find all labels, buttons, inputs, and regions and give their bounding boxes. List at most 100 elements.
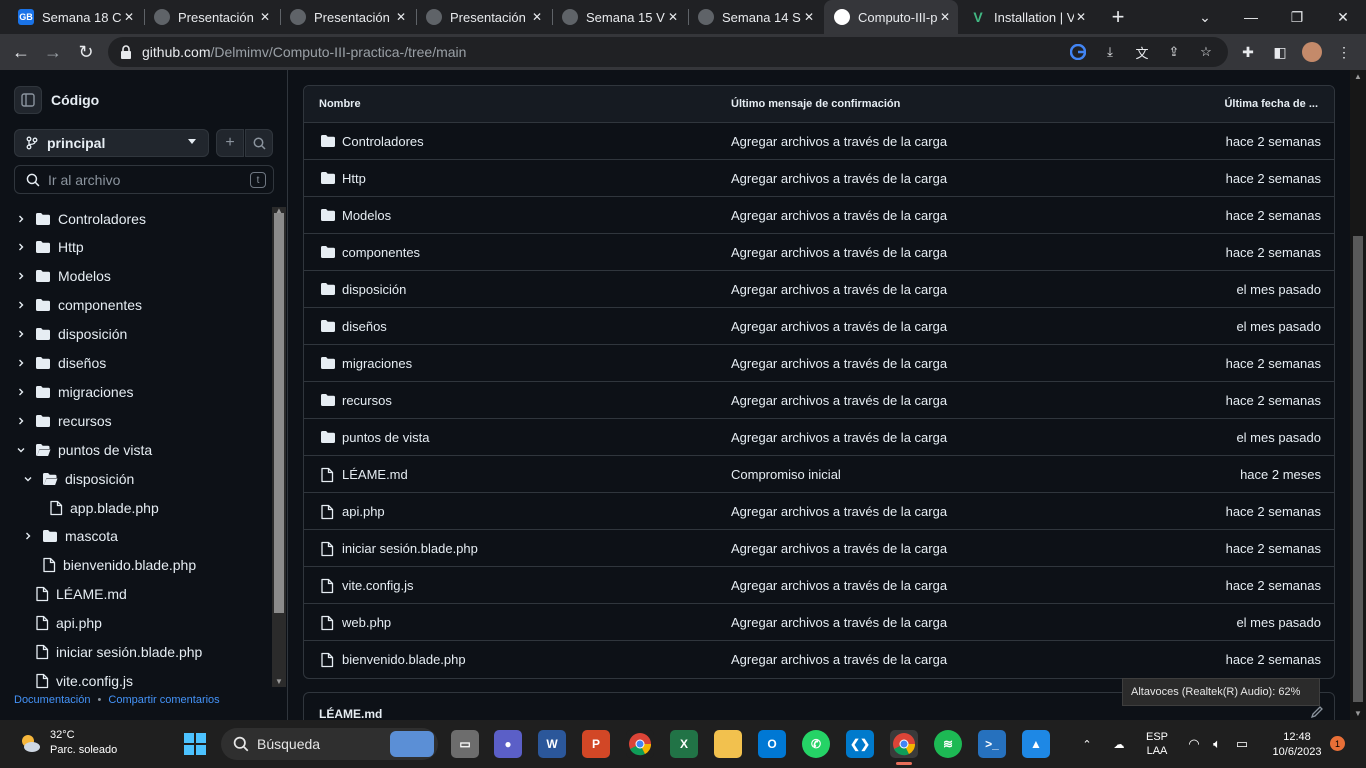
- tree-file-item[interactable]: app.blade.php: [0, 493, 270, 522]
- back-button[interactable]: ←: [8, 39, 34, 65]
- menu-kebab-icon[interactable]: ⋮: [1334, 42, 1354, 62]
- chevron-right-icon[interactable]: [16, 300, 26, 310]
- commit-message-link[interactable]: Agregar archivos a través de la carga: [731, 652, 947, 667]
- windows-start-icon[interactable]: [183, 732, 207, 756]
- chevron-right-icon[interactable]: [16, 416, 26, 426]
- page-scrollbar[interactable]: ▲ ▼: [1350, 70, 1366, 720]
- commit-message-link[interactable]: Compromiso inicial: [731, 467, 841, 482]
- commit-message-link[interactable]: Agregar archivos a través de la carga: [731, 356, 947, 371]
- chevron-right-icon[interactable]: [16, 358, 26, 368]
- show-hidden-icons[interactable]: ⌃: [1078, 730, 1096, 758]
- close-tab-icon[interactable]: ✕: [124, 9, 134, 25]
- reload-button[interactable]: ↻: [73, 39, 99, 65]
- table-row[interactable]: web.php Agregar archivos a través de la c…: [304, 604, 1334, 641]
- commit-message-link[interactable]: Agregar archivos a través de la carga: [731, 208, 947, 223]
- close-tab-icon[interactable]: ✕: [940, 9, 950, 25]
- sidebar-scrollbar[interactable]: ▲ ▼: [272, 206, 286, 687]
- file-name-link[interactable]: recursos: [342, 393, 392, 408]
- tree-folder-item[interactable]: recursos: [0, 406, 270, 435]
- table-row[interactable]: api.php Agregar archivos a través de la c…: [304, 493, 1334, 530]
- table-row[interactable]: bienvenido.blade.php Agregar archivos a t…: [304, 641, 1334, 678]
- close-window-button[interactable]: ✕: [1320, 0, 1366, 34]
- commit-message-link[interactable]: Agregar archivos a través de la carga: [731, 393, 947, 408]
- address-bar[interactable]: github.com/Delmimv/Computo-III-practica-…: [108, 37, 1228, 67]
- commit-message-link[interactable]: Agregar archivos a través de la carga: [731, 541, 947, 556]
- page-scrollbar-thumb[interactable]: [1353, 236, 1363, 702]
- table-row[interactable]: Controladores Agregar archivos a través d…: [304, 123, 1334, 160]
- feedback-link[interactable]: Compartir comentarios: [108, 694, 219, 706]
- chevron-down-icon[interactable]: [16, 445, 26, 455]
- powershell-icon[interactable]: >_: [978, 730, 1006, 758]
- notification-badge[interactable]: 1: [1330, 736, 1345, 751]
- go-to-file-input[interactable]: Ir al archivo t: [14, 165, 274, 194]
- close-tab-icon[interactable]: ✕: [804, 9, 814, 25]
- chevron-right-icon[interactable]: [16, 387, 26, 397]
- chrome-active-icon[interactable]: [890, 730, 918, 758]
- tree-file-item[interactable]: bienvenido.blade.php: [0, 551, 270, 580]
- commit-message-link[interactable]: Agregar archivos a través de la carga: [731, 430, 947, 445]
- excel-icon[interactable]: X: [670, 730, 698, 758]
- sidebar-scrollbar-thumb[interactable]: [274, 213, 284, 613]
- extensions-icon[interactable]: ✚: [1238, 42, 1258, 62]
- commit-message-link[interactable]: Agregar archivos a través de la carga: [731, 578, 947, 593]
- commit-message-link[interactable]: Agregar archivos a través de la carga: [731, 245, 947, 260]
- tree-folder-item[interactable]: Modelos: [0, 262, 270, 291]
- table-row[interactable]: Http Agregar archivos a través de la carg…: [304, 160, 1334, 197]
- file-name-link[interactable]: Controladores: [342, 134, 424, 149]
- browser-tab[interactable]: Computo-III-p ✕: [824, 0, 958, 34]
- chevron-right-icon[interactable]: [23, 531, 33, 541]
- word-icon[interactable]: W: [538, 730, 566, 758]
- browser-tab[interactable]: Presentación ✕: [280, 0, 414, 34]
- docs-link[interactable]: Documentación: [14, 694, 90, 706]
- outlook-icon[interactable]: O: [758, 730, 786, 758]
- file-name-link[interactable]: LÉAME.md: [342, 467, 408, 482]
- tree-folder-item[interactable]: migraciones: [0, 377, 270, 406]
- commit-message-link[interactable]: Agregar archivos a través de la carga: [731, 504, 947, 519]
- vscode-icon[interactable]: ❮❯: [846, 730, 874, 758]
- file-explorer-icon[interactable]: [714, 730, 742, 758]
- battery-icon[interactable]: ▭: [1231, 730, 1253, 758]
- powerpoint-icon[interactable]: P: [582, 730, 610, 758]
- forward-button[interactable]: →: [40, 39, 66, 65]
- commit-message-link[interactable]: Agregar archivos a través de la carga: [731, 134, 947, 149]
- tree-folder-item[interactable]: mascota: [0, 522, 270, 551]
- browser-tab[interactable]: V Installation | V ✕: [960, 0, 1094, 34]
- profile-avatar[interactable]: [1302, 42, 1322, 62]
- table-row[interactable]: LÉAME.md Compromiso inicial hace 2 meses: [304, 456, 1334, 493]
- commit-message-link[interactable]: Agregar archivos a través de la carga: [731, 615, 947, 630]
- tree-file-item[interactable]: LÉAME.md: [0, 580, 270, 609]
- browser-tab[interactable]: Presentación ✕: [416, 0, 550, 34]
- tree-folder-item[interactable]: puntos de vista: [0, 435, 270, 464]
- maximize-button[interactable]: ❐: [1274, 0, 1320, 34]
- scroll-up-arrow-icon[interactable]: ▲: [1354, 72, 1362, 81]
- share-icon[interactable]: ⇪: [1165, 43, 1183, 61]
- file-name-link[interactable]: Http: [342, 171, 366, 186]
- table-row[interactable]: vite.config.js Agregar archivos a través …: [304, 567, 1334, 604]
- file-name-link[interactable]: disposición: [342, 282, 406, 297]
- minimize-button[interactable]: —: [1228, 0, 1274, 34]
- table-row[interactable]: migraciones Agregar archivos a través de …: [304, 345, 1334, 382]
- table-row[interactable]: iniciar sesión.blade.php Agregar archivos…: [304, 530, 1334, 567]
- file-name-link[interactable]: iniciar sesión.blade.php: [342, 541, 478, 556]
- close-tab-icon[interactable]: ✕: [260, 9, 270, 25]
- wifi-icon[interactable]: ◠: [1184, 730, 1204, 758]
- file-name-link[interactable]: api.php: [342, 504, 385, 519]
- teams-chat-icon[interactable]: ●: [494, 730, 522, 758]
- tree-folder-item[interactable]: Http: [0, 233, 270, 262]
- tree-folder-item[interactable]: Controladores: [0, 204, 270, 233]
- chrome-icon[interactable]: [626, 730, 654, 758]
- chevron-right-icon[interactable]: [16, 214, 26, 224]
- scroll-down-arrow-icon[interactable]: ▼: [1354, 709, 1362, 718]
- photos-icon[interactable]: ▲: [1022, 730, 1050, 758]
- tree-file-item[interactable]: iniciar sesión.blade.php: [0, 638, 270, 667]
- file-name-link[interactable]: vite.config.js: [342, 578, 414, 593]
- chevron-right-icon[interactable]: [16, 242, 26, 252]
- file-name-link[interactable]: puntos de vista: [342, 430, 429, 445]
- chevron-right-icon[interactable]: [16, 329, 26, 339]
- install-app-icon[interactable]: ⤓: [1101, 43, 1119, 61]
- close-tab-icon[interactable]: ✕: [532, 9, 542, 25]
- tab-search-icon[interactable]: ⌄: [1182, 0, 1228, 34]
- file-name-link[interactable]: diseños: [342, 319, 387, 334]
- tree-folder-item[interactable]: diseños: [0, 349, 270, 378]
- scroll-down-arrow-icon[interactable]: ▼: [275, 677, 283, 686]
